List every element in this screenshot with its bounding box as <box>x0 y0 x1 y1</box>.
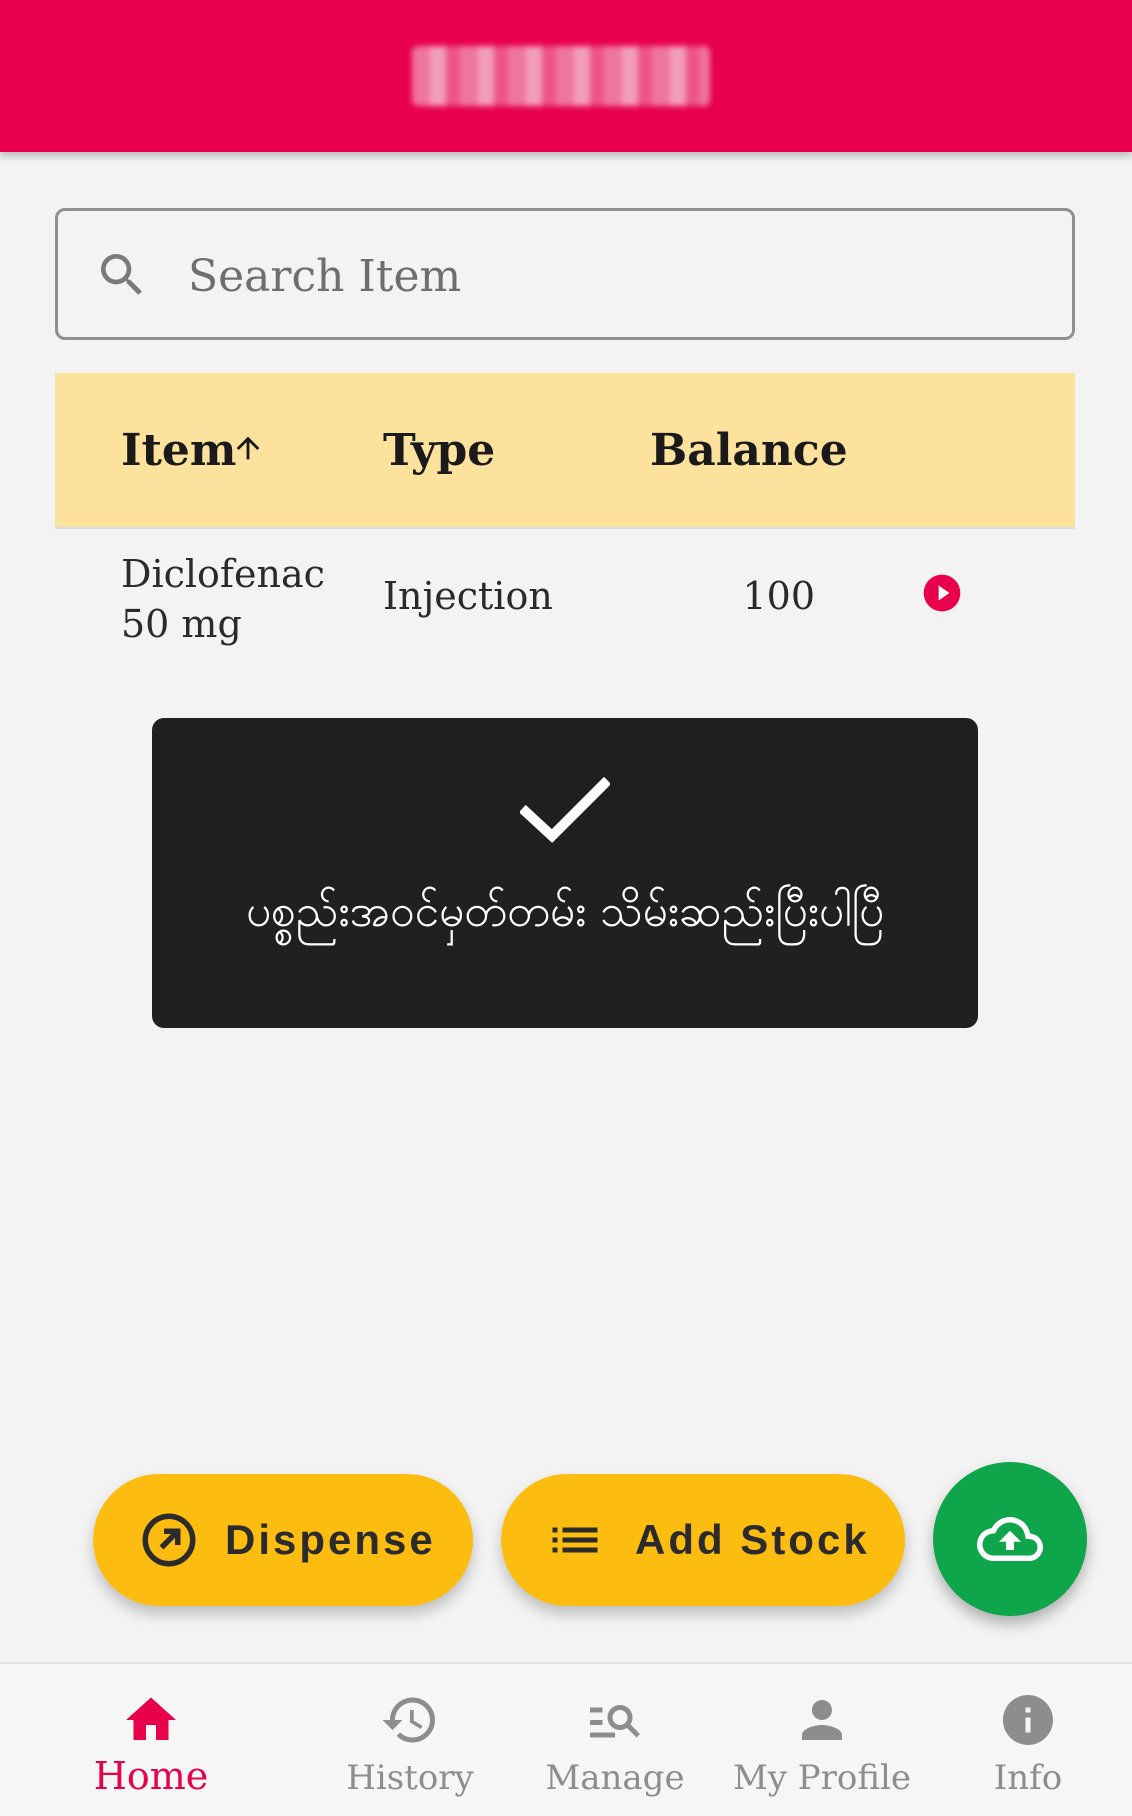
app-bar <box>0 0 1132 152</box>
table-header: Item Type Balance <box>55 373 1075 529</box>
add-stock-button-label: Add Stock <box>635 1516 870 1563</box>
person-icon <box>802 1700 842 1740</box>
table-row[interactable]: Diclofenac 50 mg Injection 100 <box>55 531 1075 661</box>
nav-label-my-profile: My Profile <box>732 1758 912 1798</box>
search-input[interactable] <box>188 239 1048 313</box>
list-icon <box>552 1527 598 1553</box>
info-icon <box>1003 1695 1053 1745</box>
column-header-type[interactable]: Type <box>383 425 495 476</box>
bottom-nav: Home History Manage My Profile Info <box>0 1662 1132 1816</box>
manage-search-icon <box>590 1705 640 1738</box>
nav-label-home: Home <box>93 1754 209 1798</box>
nav-label-manage: Manage <box>545 1758 685 1798</box>
checkmark-icon <box>520 776 610 843</box>
add-stock-button[interactable]: Add Stock <box>501 1474 905 1606</box>
cell-type: Injection <box>383 574 553 618</box>
home-icon <box>126 1697 176 1740</box>
search-icon <box>101 254 142 295</box>
nav-item-my-profile[interactable]: My Profile <box>722 1664 922 1816</box>
sort-up-icon[interactable] <box>231 427 265 469</box>
toast: ပစ္စည်းအဝင်မှတ်တမ်း သိမ်းဆည်းပြီးပါပြီ <box>152 718 978 1028</box>
nav-item-history[interactable]: History <box>310 1664 510 1816</box>
app-title-redacted <box>412 46 710 106</box>
nav-item-home[interactable]: Home <box>51 1664 251 1816</box>
play-circle-icon[interactable] <box>922 573 962 613</box>
arrow-up-right-circle-icon <box>142 1513 196 1567</box>
cell-item-name: Diclofenac <box>121 552 325 596</box>
column-header-item[interactable]: Item <box>121 425 236 476</box>
nav-label-info: Info <box>993 1758 1063 1798</box>
cloud-upload-icon <box>977 1517 1043 1561</box>
cell-item: Diclofenac 50 mg <box>121 549 341 649</box>
dispense-button-label: Dispense <box>225 1516 436 1563</box>
toast-message: ပစ္စည်းအဝင်မှတ်တမ်း သိမ်းဆည်းပြီးပါပြီ <box>245 886 885 937</box>
column-header-balance[interactable]: Balance <box>650 425 848 476</box>
nav-item-info[interactable]: Info <box>928 1664 1128 1816</box>
cell-balance: 100 <box>742 574 815 618</box>
cell-item-strength: 50 mg <box>121 602 242 646</box>
search-box[interactable] <box>55 208 1075 340</box>
cloud-upload-button[interactable] <box>933 1462 1087 1616</box>
dispense-button[interactable]: Dispense <box>93 1474 473 1606</box>
history-icon <box>382 1697 435 1743</box>
nav-label-history: History <box>346 1758 474 1798</box>
nav-item-manage[interactable]: Manage <box>515 1664 715 1816</box>
